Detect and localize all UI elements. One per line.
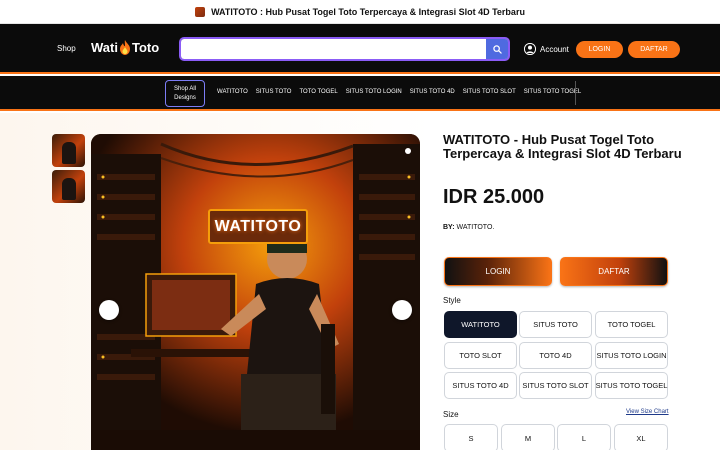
style-option-situs-toto-login[interactable]: SITUS TOTO LOGIN <box>595 342 668 369</box>
style-option-watitoto[interactable]: WATITOTO <box>444 311 517 338</box>
header-login-button[interactable]: LOGIN <box>576 41 623 58</box>
user-icon <box>524 43 536 55</box>
account-label: Account <box>540 44 569 54</box>
style-option-situs-toto-4d[interactable]: SITUS TOTO 4D <box>444 372 517 399</box>
header-daftar-button[interactable]: DAFTAR <box>628 41 680 58</box>
site-logo[interactable]: Wati Toto <box>91 40 159 55</box>
size-option-l[interactable]: L <box>557 424 611 450</box>
product-image: WATITOTO <box>91 134 420 450</box>
style-option-toto-togel[interactable]: TOTO TOGEL <box>595 311 668 338</box>
search-box <box>179 37 510 61</box>
login-button[interactable]: LOGIN <box>444 257 552 286</box>
logo-text-right: Toto <box>131 40 160 55</box>
nav-link-situs-toto-4d[interactable]: SITUS TOTO 4D <box>410 89 455 95</box>
announcement-bar: WATITOTO : Hub Pusat Togel Toto Terperca… <box>0 0 720 24</box>
logo-text-left: Wati <box>91 40 118 55</box>
style-option-toto-4d[interactable]: TOTO 4D <box>519 342 592 369</box>
hero-sign-text: WATITOTO <box>208 209 308 244</box>
size-option-s[interactable]: S <box>444 424 498 450</box>
shop-link[interactable]: Shop <box>57 44 76 53</box>
vendor-label: BY: <box>443 224 455 231</box>
style-option-situs-toto-togel[interactable]: SITUS TOTO TOGEL <box>595 372 668 399</box>
size-option-m[interactable]: M <box>501 424 555 450</box>
nav-link-watitoto[interactable]: WATITOTO <box>217 89 248 95</box>
site-header: Shop Wati Toto Account LOGIN DAFTAR <box>0 24 720 74</box>
size-option-xl[interactable]: XL <box>614 424 668 450</box>
nav-link-situs-toto-togel[interactable]: SITUS TOTO TOGEL <box>524 89 581 95</box>
nav-link-situs-toto-slot[interactable]: SITUS TOTO SLOT <box>463 89 516 95</box>
shop-all-line1: Shop All <box>173 86 197 92</box>
product-thumbnail[interactable] <box>52 170 85 203</box>
size-chart-link[interactable]: View Size Chart <box>626 409 669 415</box>
thumbnail-figure <box>62 178 76 200</box>
thumbnail-figure <box>62 142 76 164</box>
announcement-text: WATITOTO : Hub Pusat Togel Toto Terperca… <box>211 6 525 17</box>
carousel-indicator[interactable] <box>405 148 411 154</box>
vendor-name: WATITOTO. <box>456 224 495 231</box>
style-label: Style <box>443 296 461 305</box>
search-icon <box>492 44 502 54</box>
product-price: IDR 25.000 <box>443 186 545 208</box>
carousel-next-button[interactable] <box>392 300 412 320</box>
daftar-button[interactable]: DAFTAR <box>560 257 668 286</box>
product-vendor: BY: WATITOTO. <box>443 224 494 231</box>
nav-link-situs-toto-login[interactable]: SITUS TOTO LOGIN <box>346 89 402 95</box>
shop-all-designs-button[interactable]: Shop All Designs <box>165 80 205 107</box>
favicon-icon <box>195 6 206 17</box>
search-button[interactable] <box>486 39 508 59</box>
style-option-toto-slot[interactable]: TOTO SLOT <box>444 342 517 369</box>
nav-links: WATITOTO SITUS TOTO TOTO TOGEL SITUS TOT… <box>217 89 581 95</box>
server-room-illustration <box>91 134 420 450</box>
nav-divider <box>575 81 576 105</box>
size-label: Size <box>443 410 459 419</box>
category-nav: Shop All Designs WATITOTO SITUS TOTO TOT… <box>0 76 720 111</box>
product-thumbnail[interactable] <box>52 134 85 167</box>
nav-link-situs-toto[interactable]: SITUS TOTO <box>256 89 292 95</box>
nav-link-toto-togel[interactable]: TOTO TOGEL <box>299 89 337 95</box>
account-link[interactable]: Account <box>524 43 569 55</box>
flame-icon <box>119 40 130 55</box>
style-option-situs-toto-slot[interactable]: SITUS TOTO SLOT <box>519 372 592 399</box>
style-option-situs-toto[interactable]: SITUS TOTO <box>519 311 592 338</box>
product-title: WATITOTO - Hub Pusat Togel Toto Terperca… <box>443 132 682 161</box>
carousel-prev-button[interactable] <box>99 300 119 320</box>
search-input[interactable] <box>181 39 508 59</box>
shop-all-line2: Designs <box>174 95 196 101</box>
